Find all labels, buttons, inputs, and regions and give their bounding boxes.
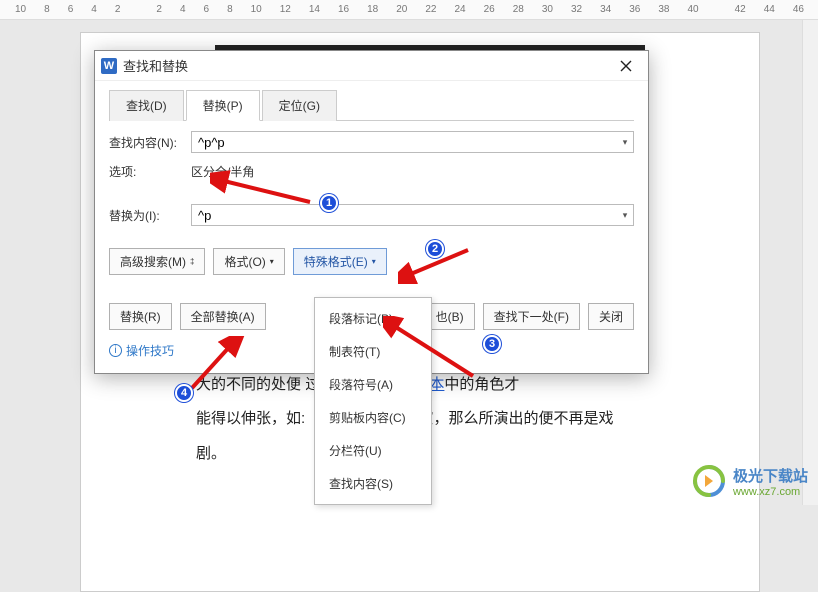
replace-all-button[interactable]: 全部替换(A)	[180, 303, 266, 330]
site-name: 极光下载站	[733, 465, 808, 486]
options-value: 区分全/半角	[191, 163, 254, 180]
close-button[interactable]	[610, 54, 642, 78]
special-format-button[interactable]: 特殊格式(E) ▾	[293, 248, 387, 275]
menu-find-content[interactable]: 查找内容(S)	[315, 467, 431, 500]
tab-goto[interactable]: 定位(G)	[262, 90, 337, 121]
info-icon: i	[109, 344, 122, 357]
options-label: 选项:	[109, 163, 191, 180]
replace-with-input[interactable]	[192, 205, 617, 225]
highlight-all-button[interactable]: 也(B)	[425, 303, 475, 330]
replace-with-label: 替换为(I):	[109, 207, 191, 224]
dialog-tabs: 查找(D) 替换(P) 定位(G)	[109, 89, 634, 121]
special-format-menu: 段落标记(P) 制表符(T) 段落符号(A) 剪贴板内容(C) 分栏符(U) 查…	[314, 297, 432, 505]
menu-paragraph-symbol[interactable]: 段落符号(A)	[315, 368, 431, 401]
format-button[interactable]: 格式(O) ▾	[213, 248, 284, 275]
menu-paragraph-mark[interactable]: 段落标记(P)	[315, 302, 431, 335]
menu-column-break[interactable]: 分栏符(U)	[315, 434, 431, 467]
operation-tips-link[interactable]: i 操作技巧	[109, 342, 174, 359]
find-content-input[interactable]	[192, 132, 617, 152]
close-dialog-button[interactable]: 关闭	[588, 303, 634, 330]
tab-replace[interactable]: 替换(P)	[186, 90, 260, 121]
chevron-down-icon: ▾	[270, 257, 274, 266]
site-watermark: 极光下载站 www.xz7.com	[691, 463, 808, 499]
site-url: www.xz7.com	[733, 486, 808, 498]
chevron-down-icon: ‡	[190, 257, 194, 266]
find-next-button[interactable]: 查找下一处(F)	[483, 303, 580, 330]
site-logo-icon	[691, 463, 727, 499]
menu-tab-char[interactable]: 制表符(T)	[315, 335, 431, 368]
chevron-down-icon[interactable]: ▾	[617, 137, 633, 148]
app-icon: W	[101, 58, 117, 74]
close-icon	[620, 60, 632, 72]
dialog-title: 查找和替换	[123, 56, 610, 75]
vertical-scrollbar[interactable]	[802, 20, 818, 505]
find-content-label: 查找内容(N):	[109, 134, 191, 151]
horizontal-ruler: 108642 2468101214 16182022242628 3032343…	[0, 0, 818, 20]
dialog-titlebar[interactable]: W 查找和替换	[95, 51, 648, 81]
menu-clipboard-content[interactable]: 剪贴板内容(C)	[315, 401, 431, 434]
find-content-combo[interactable]: ▾	[191, 131, 634, 153]
chevron-down-icon: ▾	[372, 257, 376, 266]
replace-with-combo[interactable]: ▾	[191, 204, 634, 226]
tab-find[interactable]: 查找(D)	[109, 90, 184, 121]
replace-button[interactable]: 替换(R)	[109, 303, 172, 330]
chevron-down-icon[interactable]: ▾	[617, 210, 633, 221]
advanced-search-button[interactable]: 高级搜索(M) ‡	[109, 248, 205, 275]
